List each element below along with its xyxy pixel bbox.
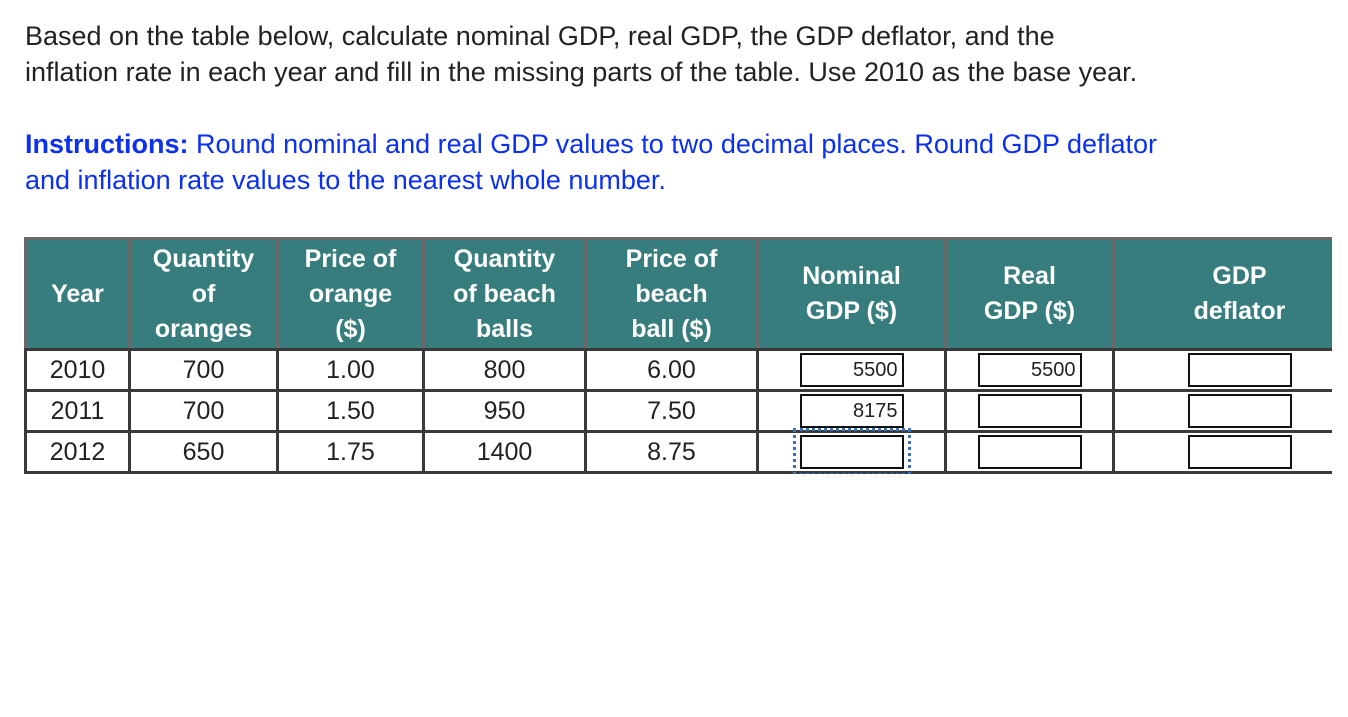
price-ball-cell: 6.00 <box>584 348 759 392</box>
question-line-1: Based on the table below, calculate nomi… <box>25 21 1055 51</box>
quantity-balls-cell: 950 <box>422 389 587 433</box>
gdp-deflator-input-2010[interactable] <box>1187 353 1292 387</box>
header-price-orange: Price of orange ($) <box>276 237 425 351</box>
header-row: Year Quantity of oranges Price of orange ($)… <box>24 237 1332 351</box>
header-year: Year <box>24 237 131 351</box>
header-quantity-oranges: Quantity of oranges <box>128 237 279 351</box>
real-gdp-input-2010[interactable]: 5500 <box>977 353 1082 387</box>
header-price-beach-ball: Price of beach ball ($) <box>584 237 759 351</box>
quantity-oranges-cell: 650 <box>128 430 279 474</box>
gdp-table: Year Quantity of oranges Price of orange ($)… <box>24 237 1332 474</box>
question-line-2: inflation rate in each year and fill in … <box>25 57 1138 87</box>
nominal-gdp-input-2010[interactable]: 5500 <box>799 353 904 387</box>
gdp-deflator-input-2012[interactable] <box>1187 435 1292 469</box>
price-ball-cell: 8.75 <box>584 430 759 474</box>
header-quantity-beach-balls: Quantity of beach balls <box>422 237 587 351</box>
table-row: 2011 700 1.50 950 7.50 8175 <box>24 389 1332 433</box>
question-text: Based on the table below, calculate nomi… <box>25 18 1335 90</box>
table-row: 2012 650 1.75 1400 8.75 <box>24 428 1332 474</box>
gdp-deflator-input-2011[interactable] <box>1187 394 1292 428</box>
quantity-balls-cell: 1400 <box>422 430 587 474</box>
instructions-text: Instructions: Round nominal and real GDP… <box>25 126 1335 198</box>
gdp-table-container: Year Quantity of oranges Price of orange ($)… <box>24 237 1332 474</box>
quantity-balls-cell: 800 <box>422 348 587 392</box>
instructions-label: Instructions: <box>25 129 189 159</box>
nominal-gdp-input-2012[interactable] <box>792 428 911 474</box>
header-nominal-gdp: Nominal GDP ($) <box>756 237 947 351</box>
quantity-oranges-cell: 700 <box>128 348 279 392</box>
price-ball-cell: 7.50 <box>584 389 759 433</box>
nominal-gdp-input-2011[interactable]: 8175 <box>799 394 904 428</box>
year-cell: 2010 <box>24 348 131 392</box>
header-gdp-deflator: GDP deflator <box>1112 237 1332 351</box>
instructions-line-2: and inflation rate values to the nearest… <box>25 165 666 195</box>
table-row: 2010 700 1.00 800 6.00 5500 5500 <box>24 348 1332 392</box>
real-gdp-input-2011[interactable] <box>977 394 1082 428</box>
instructions-line-1: Round nominal and real GDP values to two… <box>188 129 1158 159</box>
year-cell: 2012 <box>24 430 131 474</box>
quantity-oranges-cell: 700 <box>128 389 279 433</box>
real-gdp-input-2012[interactable] <box>977 435 1082 469</box>
year-cell: 2011 <box>24 389 131 433</box>
header-real-gdp: Real GDP ($) <box>944 237 1115 351</box>
price-orange-cell: 1.00 <box>276 348 425 392</box>
price-orange-cell: 1.50 <box>276 389 425 433</box>
price-orange-cell: 1.75 <box>276 430 425 474</box>
